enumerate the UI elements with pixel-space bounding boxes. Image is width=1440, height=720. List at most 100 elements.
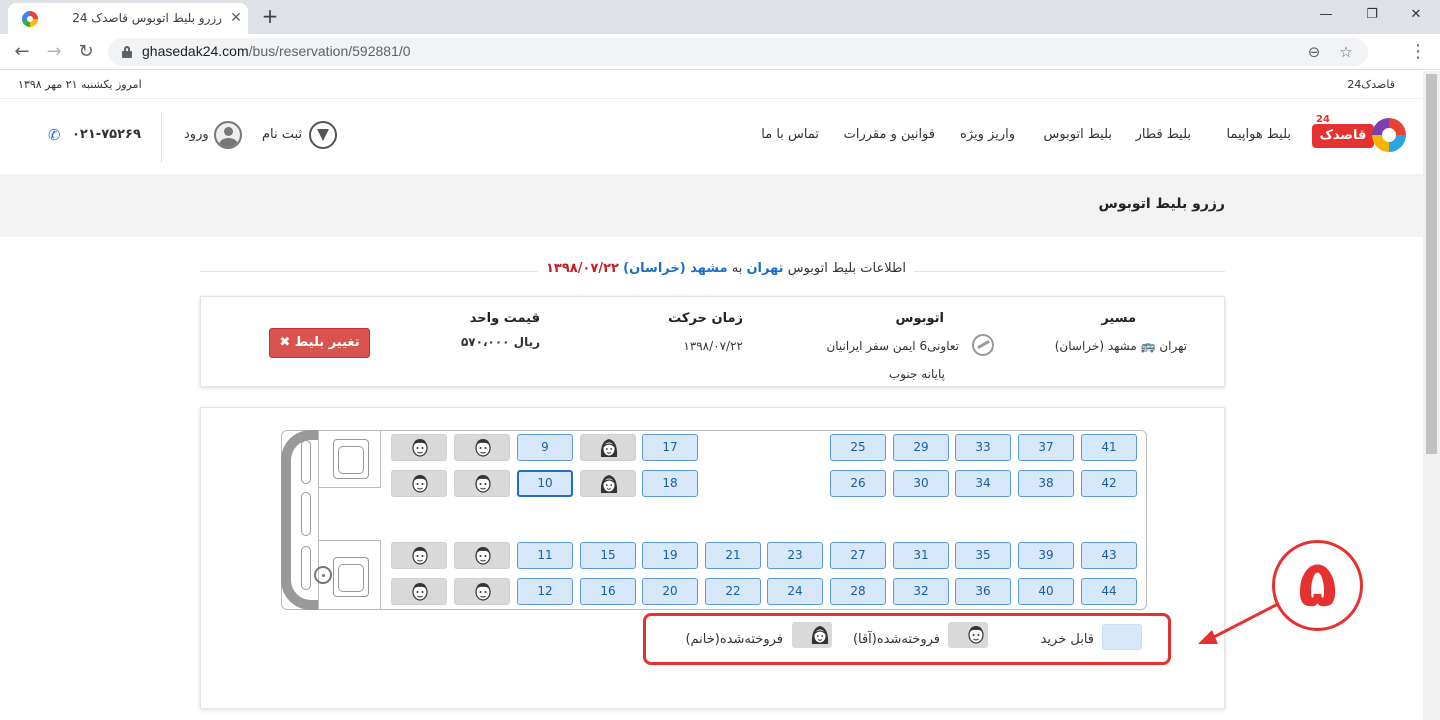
seat-9[interactable]: 9 [517, 434, 573, 461]
front-cabin-top [319, 430, 381, 488]
logo-emblem-icon [1372, 118, 1406, 152]
phone-icon: ✆ [48, 126, 61, 144]
seat-44[interactable]: 44 [1081, 578, 1137, 605]
back-button[interactable]: ← [10, 40, 34, 64]
bus-window [301, 492, 311, 536]
browser-toolbar: ← → ↻ ghasedak24.com/bus/reservation/592… [0, 34, 1440, 70]
route-label: مسیر [1101, 311, 1136, 326]
bookmark-star-icon[interactable]: ☆ [1336, 42, 1356, 62]
legend-available: قابل خرید [1040, 632, 1094, 647]
seat-17[interactable]: 17 [642, 434, 698, 461]
trip-info-card: مسیر تهران 🚌 مشهد (خراسان) اتوبوس تعاونی… [200, 296, 1225, 387]
departure-value: ۱۳۹۸/۰۷/۲۲ [683, 339, 743, 353]
minimize-button[interactable]: — [1306, 4, 1346, 26]
seat-26[interactable]: 26 [830, 470, 886, 497]
browser-menu-icon[interactable]: ⋮ [1408, 40, 1428, 64]
male-passenger-icon [475, 439, 491, 457]
login-link[interactable]: ورود [184, 127, 209, 142]
seat-22[interactable]: 22 [705, 578, 761, 605]
seat-40[interactable]: 40 [1018, 578, 1074, 605]
steering-wheel-icon [314, 566, 332, 584]
seat-36[interactable]: 36 [955, 578, 1011, 605]
register-link[interactable]: ثبت نام [262, 127, 302, 142]
male-passenger-icon [475, 475, 491, 493]
user-avatar-icon[interactable] [214, 121, 242, 149]
new-tab-button[interactable]: + [258, 5, 282, 29]
seat-27[interactable]: 27 [830, 542, 886, 569]
male-passenger-icon [475, 583, 491, 601]
seat-25[interactable]: 25 [830, 434, 886, 461]
seat-21[interactable]: 21 [705, 542, 761, 569]
nav-deposit[interactable]: واریز ویژه [960, 127, 1015, 142]
zoom-icon[interactable]: ⊖ [1304, 42, 1324, 62]
male-passenger-icon [968, 626, 984, 644]
seat-18[interactable]: 18 [642, 470, 698, 497]
window-close-button[interactable]: ✕ [1396, 4, 1436, 26]
seat-30[interactable]: 30 [893, 470, 949, 497]
address-bar[interactable]: ghasedak24.com/bus/reservation/592881/0 … [108, 38, 1368, 66]
seat-sold-male [454, 470, 510, 497]
seat-43[interactable]: 43 [1081, 542, 1137, 569]
reload-button[interactable]: ↻ [74, 40, 98, 64]
logo-wordmark: قاصدک [1312, 124, 1374, 148]
forward-button[interactable]: → [42, 40, 66, 64]
seat-sold-male [454, 578, 510, 605]
seat-31[interactable]: 31 [893, 542, 949, 569]
seat-32[interactable]: 32 [893, 578, 949, 605]
seat-sold-female [580, 434, 636, 461]
seat-20[interactable]: 20 [642, 578, 698, 605]
seat-24[interactable]: 24 [767, 578, 823, 605]
nav-contact[interactable]: تماس با ما [761, 127, 819, 142]
seat-23[interactable]: 23 [767, 542, 823, 569]
nav-bus[interactable]: بلیط اتوبوس [1044, 127, 1112, 142]
nav-train[interactable]: بلیط قطار [1136, 127, 1191, 142]
bus-front [281, 430, 381, 610]
male-passenger-icon [412, 439, 428, 457]
seat-39[interactable]: 39 [1018, 542, 1074, 569]
seat-19[interactable]: 19 [642, 542, 698, 569]
seat-12[interactable]: 12 [517, 578, 573, 605]
scrollbar-thumb[interactable] [1426, 74, 1437, 454]
nav-rules[interactable]: قوانین و مقررات [844, 127, 935, 142]
male-passenger-icon [412, 583, 428, 601]
register-icon[interactable] [309, 121, 337, 149]
seat-34[interactable]: 34 [955, 470, 1011, 497]
seat-28[interactable]: 28 [830, 578, 886, 605]
seat-38[interactable]: 38 [1018, 470, 1074, 497]
seat-16[interactable]: 16 [580, 578, 636, 605]
price-value: ۵۷۰،۰۰۰ ریال [460, 335, 540, 349]
page-title-band: رزرو بلیط اتوبوس [0, 174, 1423, 237]
seat-11[interactable]: 11 [517, 542, 573, 569]
seat-sold-male [391, 578, 447, 605]
nav-flight[interactable]: بلیط هواپیما [1226, 127, 1291, 142]
url-text[interactable]: ghasedak24.com/bus/reservation/592881/0 [142, 43, 411, 59]
site-logo[interactable]: قاصدک 24 [1312, 114, 1406, 156]
browser-tabbar: رزرو بلیط اتوبوس قاصدک 24 | ✕ + — ❐ ✕ [0, 0, 1440, 34]
brand-link[interactable]: قاصدک24 [1347, 78, 1395, 91]
driver-chair [333, 557, 369, 597]
tab-close-icon[interactable]: ✕ [226, 8, 246, 28]
seat-10[interactable]: 10 [517, 470, 573, 497]
lock-icon[interactable] [122, 46, 132, 58]
male-passenger-icon [412, 547, 428, 565]
seat-35[interactable]: 35 [955, 542, 1011, 569]
seat-42[interactable]: 42 [1081, 470, 1137, 497]
seat-29[interactable]: 29 [893, 434, 949, 461]
browser-tab[interactable]: رزرو بلیط اتوبوس قاصدک 24 | ✕ [8, 3, 248, 34]
seat-33[interactable]: 33 [955, 434, 1011, 461]
seat-37[interactable]: 37 [1018, 434, 1074, 461]
annotation-arrow-icon [1198, 602, 1279, 644]
tab-title: رزرو بلیط اتوبوس قاصدک 24 | [72, 11, 222, 25]
female-passenger-icon [811, 626, 829, 644]
departure-label: زمان حرکت [668, 311, 743, 326]
seat-41[interactable]: 41 [1081, 434, 1137, 461]
seat-15[interactable]: 15 [580, 542, 636, 569]
bus-company-logo-icon [972, 334, 994, 356]
restore-button[interactable]: ❐ [1352, 4, 1392, 26]
phone-number[interactable]: ۰۲۱-۷۵۲۶۹ [72, 127, 141, 142]
legend-male-swatch [948, 622, 988, 648]
info-to: به [731, 261, 743, 276]
bus-company: تعاونی6 ایمن سفر ایرانیان [826, 339, 959, 353]
change-ticket-button[interactable]: ✖ تغییر بلیط [269, 328, 370, 358]
legend-female-swatch [792, 622, 832, 648]
